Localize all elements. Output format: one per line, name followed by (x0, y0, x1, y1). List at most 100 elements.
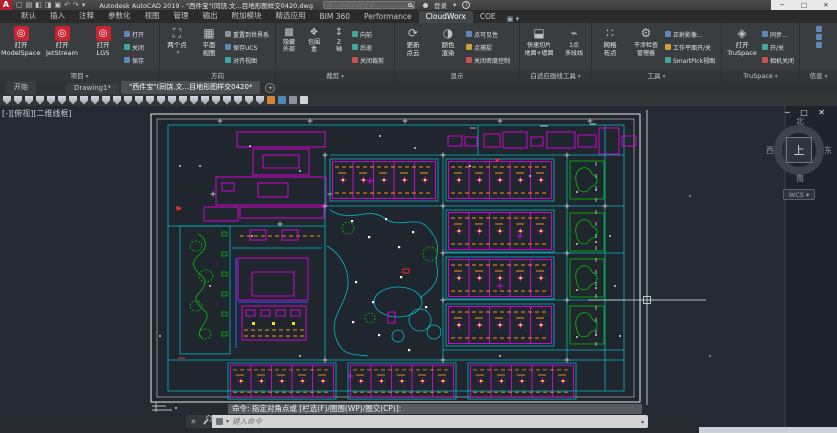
panel-title-display[interactable]: 显示 (395, 71, 519, 82)
tab-coe[interactable]: COE (473, 11, 503, 23)
ribbon-options-icon[interactable]: ▣ ▾ (507, 15, 519, 23)
open-truspace-button[interactable]: ◈ 打开 TruSpace (723, 25, 761, 57)
file-tab-start[interactable]: 开始 (6, 81, 36, 94)
viewcube-top-face[interactable]: 上 (786, 137, 812, 163)
cloudworx-shield-icon[interactable] (201, 96, 209, 105)
panel-title-truspace[interactable]: TruSpace▾ (722, 71, 799, 82)
cloudworx-shield-icon[interactable] (47, 96, 55, 105)
panel-title-tools[interactable]: 工具▾ (592, 71, 721, 82)
compass-east[interactable]: 东 (824, 145, 832, 156)
minimize-button[interactable]: ─ (771, 0, 793, 10)
clip-back-button[interactable]: 后退 (352, 41, 384, 53)
tab-parametric[interactable]: 参数化 (101, 9, 138, 23)
project-close-button[interactable]: 关闭 (124, 41, 144, 53)
monitor-icon[interactable] (300, 96, 308, 104)
viewport-controls[interactable]: [-][俯视][二维线框] (2, 108, 72, 119)
cloudworx-shield-icon[interactable] (80, 96, 88, 105)
maximize-button[interactable]: □ (793, 0, 815, 10)
clip-forward-button[interactable]: 向前 (352, 28, 384, 40)
reset-to-world-button[interactable]: 重置到世界系 (225, 28, 269, 40)
plan-view-button[interactable]: ▦ 平面 视图 (194, 25, 224, 57)
open-modelspace-button[interactable]: ◎ 打开 ModelSpace视图 (1, 25, 41, 57)
cloudworx-shield-icon[interactable] (14, 96, 22, 105)
tab-annotate[interactable]: 注释 (72, 9, 101, 23)
quick-slice-button[interactable]: ⬓ 快速切片 地面+墙面 (521, 25, 557, 57)
density-control-button[interactable]: 关闭密度控制 (466, 54, 510, 66)
cloudworx-shield-icon[interactable] (58, 96, 66, 105)
command-close-icon[interactable]: ✕ (191, 418, 197, 426)
project-open-button[interactable]: 打开 (124, 28, 144, 40)
smartpick-view-button[interactable]: SmartPick视图 (665, 54, 715, 66)
cloudworx-shield-icon[interactable] (146, 96, 154, 105)
file-tab-active[interactable]: "西件宝"(同饶.文...目地形图样交0420* (121, 81, 260, 94)
cloudworx-shield-icon[interactable] (69, 96, 77, 105)
signin-button[interactable]: 登录 (434, 0, 447, 10)
tab-featured-apps[interactable]: 精选应用 (269, 9, 313, 23)
hide-outside-button[interactable]: ▩ 隐藏 外部 (277, 25, 301, 53)
tab-bim360[interactable]: BIM 360 (313, 11, 358, 23)
cloudworx-shield-icon[interactable] (124, 96, 132, 105)
wcs-dropdown[interactable]: WCS ▾ (783, 189, 815, 200)
panel-title-clip[interactable]: 裁剪▾ (276, 71, 394, 82)
cloudworx-shield-icon[interactable] (91, 96, 99, 105)
cloudworx-shield-icon[interactable] (3, 96, 11, 105)
ortho-image-button[interactable]: 正射影像... (665, 28, 715, 40)
grid-points-button[interactable]: ∷ 网格 布点 (593, 25, 627, 57)
open-jetstream-button[interactable]: ◎ 打开 JetStream (42, 25, 82, 57)
help-search-input[interactable] (326, 2, 408, 9)
cloudworx-shield-icon[interactable] (234, 96, 242, 105)
close-button[interactable]: ✕ (815, 0, 837, 10)
document-window-controls[interactable]: ─ □ ✕ (785, 108, 829, 117)
tab-performance[interactable]: Performance (357, 11, 419, 23)
panel-title-info[interactable]: 信息▾ (800, 71, 837, 82)
clip-off-button[interactable]: 关闭裁剪 (352, 54, 384, 66)
info-icon-2[interactable] (816, 34, 822, 40)
compass-south[interactable]: 南 (796, 173, 804, 184)
update-pointcloud-button[interactable]: ⟳ 更新 点云 (396, 25, 430, 57)
tab-cloudworx[interactable]: CloudWorx (419, 11, 473, 23)
point-visibility-button[interactable]: 点可见性 (466, 28, 510, 40)
cloudworx-shield-icon[interactable] (245, 96, 253, 105)
new-drawing-button[interactable]: + (265, 83, 275, 93)
status-tray[interactable] (699, 427, 837, 433)
autocad-logo-icon[interactable]: A (0, 0, 12, 10)
tab-insert[interactable]: 插入 (43, 9, 72, 23)
tab-default[interactable]: 默认 (14, 9, 43, 23)
tab-view[interactable]: 视图 (138, 9, 167, 23)
cloudworx-shield-icon[interactable] (212, 96, 220, 105)
cloudworx-shield-icon[interactable] (102, 96, 110, 105)
viewcube[interactable]: 上 北 南 西 东 WCS ▾ (767, 118, 831, 204)
align-view-button[interactable]: 对齐视图 (225, 54, 269, 66)
cloudworx-shield-icon[interactable] (168, 96, 176, 105)
tab-output[interactable]: 输出 (196, 9, 225, 23)
truspace-toggle-button[interactable]: 开/关 (762, 41, 794, 53)
z-axis-button[interactable]: ↕ Z 轴 (327, 25, 351, 53)
open-lgs-button[interactable]: ◎ 打开 LGS (83, 25, 123, 57)
one-point-polyline-button[interactable]: ⌁ 1点 多段线 (558, 25, 590, 57)
window-icon[interactable] (289, 96, 297, 104)
compass-north[interactable]: 北 (796, 116, 804, 127)
info-icon-3[interactable] (816, 42, 822, 48)
command-expand-icon[interactable]: ▴ (641, 418, 644, 425)
cloudworx-shield-icon[interactable] (157, 96, 165, 105)
tab-addins[interactable]: 附加模块 (225, 9, 269, 23)
bounding-box-button[interactable]: ❖ 包围 盒 (302, 25, 326, 53)
tab-manage[interactable]: 管理 (167, 9, 196, 23)
help-icon[interactable]: ? (462, 1, 470, 9)
app-store-icon[interactable]: ▾ (453, 1, 456, 9)
cloudworx-shield-icon[interactable] (179, 96, 187, 105)
palette-icon[interactable] (267, 96, 275, 104)
compass-west[interactable]: 西 (766, 145, 774, 156)
command-input[interactable] (232, 417, 638, 426)
cloudworx-shield-icon[interactable] (190, 96, 198, 105)
point-snap-button[interactable]: 点捕捉 (466, 41, 510, 53)
cloudworx-shield-icon[interactable] (25, 96, 33, 105)
layers-icon[interactable] (278, 96, 286, 104)
workplane-toggle-button[interactable]: 工作平面开/关 (665, 41, 715, 53)
color-render-button[interactable]: ◑ 颜色 渲染 (431, 25, 465, 57)
save-ucs-button[interactable]: 保存UCS (225, 41, 269, 53)
truspace-sync-button[interactable]: 同步... (762, 28, 794, 40)
command-recent-icon[interactable] (216, 418, 223, 425)
cloudworx-shield-icon[interactable] (223, 96, 231, 105)
help-search-box[interactable] (323, 1, 415, 9)
